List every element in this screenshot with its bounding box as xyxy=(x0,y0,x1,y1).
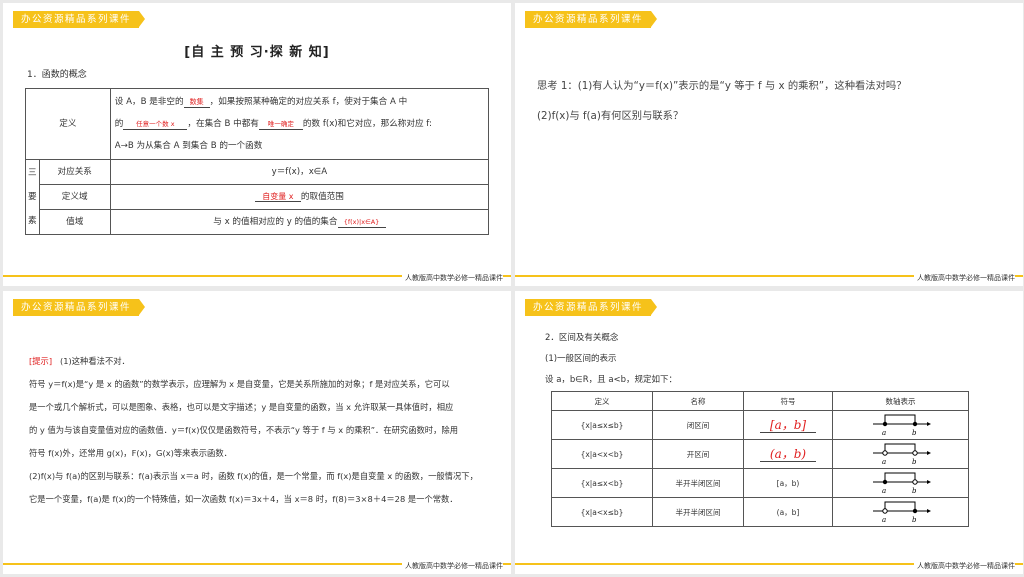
hint-label: [提示] xyxy=(29,356,53,366)
row-def: {x|a≤x<b} xyxy=(551,468,653,498)
slide-1[interactable]: 办公资源精品系列课件 [自 主 预 习·探 新 知] 1．函数的概念 定义 设 … xyxy=(3,3,511,286)
range-label: 值域 xyxy=(38,209,111,235)
sub-heading: (1)一般区间的表示 xyxy=(545,354,617,364)
row-symbol: (a，b] xyxy=(743,497,833,527)
row-axis: a b xyxy=(832,497,969,527)
series-tag: 办公资源精品系列课件 xyxy=(525,11,658,28)
range-value: 与 x 的值相对应的 y 的值的集合 {f(x)|x∈A} xyxy=(109,209,490,235)
slide-2[interactable]: 办公资源精品系列课件 思考 1：(1)有人认为“y＝f(x)”表示的是“y 等于… xyxy=(515,3,1023,286)
def-label: 定义 xyxy=(25,88,111,160)
premise: 设 a，b∈R，且 a<b，规定如下： xyxy=(545,375,678,385)
table-row: {x|a≤x<b} 半开半闭区间 [a，b) a b xyxy=(551,468,969,498)
table-row: {x|a<x<b} 开区间 (a，b) a b xyxy=(551,439,969,469)
row-name: 闭区间 xyxy=(652,410,744,440)
domain-label: 定义域 xyxy=(38,184,111,210)
table-row: {x|a≤x≤b} 闭区间 [a，b] a b xyxy=(551,410,969,440)
blank-value-set: {f(x)|x∈A} xyxy=(337,218,386,228)
svg-text:b: b xyxy=(912,487,917,494)
footer-text: 人教版高中数学必修一精品课件 xyxy=(402,561,503,571)
row-def: {x|a<x<b} xyxy=(551,439,653,469)
row-axis: a b xyxy=(832,439,969,469)
slide-title: [自 主 预 习·探 新 知] xyxy=(184,45,330,60)
interval-table: 定义 名称 符号 数轴表示 {x|a≤x≤b} 闭区间 [a，b] a b {x… xyxy=(551,391,969,527)
row-axis: a b xyxy=(832,410,969,440)
row-name: 开区间 xyxy=(652,439,744,469)
domain-value: 自变量 x 的取值范围 xyxy=(109,184,490,210)
def-content: 设 A，B 是非空的 数集 ，如果按照某种确定的对应关系 f，使对于集合 A 中 的… xyxy=(109,88,490,160)
row-axis: a b xyxy=(832,468,969,498)
row-symbol: (a，b) xyxy=(743,439,833,469)
svg-text:a: a xyxy=(882,487,886,494)
row-symbol: [a，b) xyxy=(743,468,833,498)
footer-text: 人教版高中数学必修一精品课件 xyxy=(914,561,1015,571)
series-tag: 办公资源精品系列课件 xyxy=(13,299,146,316)
section-heading: 1．函数的概念 xyxy=(27,70,87,80)
series-tag: 办公资源精品系列课件 xyxy=(525,299,658,316)
svg-text:a: a xyxy=(882,429,886,436)
svg-text:b: b xyxy=(912,458,917,465)
blank-any-x: 任意一个数 x xyxy=(123,120,188,130)
col-header-name: 名称 xyxy=(652,391,744,411)
footer-text: 人教版高中数学必修一精品课件 xyxy=(914,273,1015,283)
function-concept-table: 定义 设 A，B 是非空的 数集 ，如果按照某种确定的对应关系 f，使对于集合 A … xyxy=(25,88,490,235)
row-symbol: [a，b] xyxy=(743,410,833,440)
think-question-1: 思考 1：(1)有人认为“y＝f(x)”表示的是“y 等于 f 与 x 的乘积”… xyxy=(537,80,907,92)
slide-3[interactable]: 办公资源精品系列课件 [提示] (1)这种看法不对． 符号 y＝f(x)是“y … xyxy=(3,291,511,574)
footer-text: 人教版高中数学必修一精品课件 xyxy=(402,273,503,283)
col-header-axis: 数轴表示 xyxy=(832,391,969,411)
three-elements-label: 三 要 素 xyxy=(25,159,40,235)
blank-variable-x: 自变量 x xyxy=(254,192,301,202)
row-def: {x|a<x≤b} xyxy=(551,497,653,527)
svg-text:b: b xyxy=(912,429,917,436)
blank-number-set: 数集 xyxy=(183,98,210,108)
number-line-half-open-left: a b xyxy=(872,501,931,524)
section-heading: 2．区间及有关概念 xyxy=(545,333,619,343)
number-line-half-open-right: a b xyxy=(872,472,931,495)
hint-paragraph: [提示] (1)这种看法不对． 符号 y＝f(x)是“y 是 x 的函数”的数学… xyxy=(29,356,478,504)
col-header-symbol: 符号 xyxy=(743,391,833,411)
mapping-value: y＝f(x)，x∈A xyxy=(109,159,490,185)
number-line-closed: a b xyxy=(872,414,931,437)
row-name: 半开半闭区间 xyxy=(652,468,744,498)
col-header-def: 定义 xyxy=(551,391,653,411)
mapping-label: 对应关系 xyxy=(38,159,111,185)
row-name: 半开半闭区间 xyxy=(652,497,744,527)
table-row: {x|a<x≤b} 半开半闭区间 (a，b] a b xyxy=(551,497,969,527)
svg-text:b: b xyxy=(912,516,917,523)
think-question-2: (2)f(x)与 f(a)有何区别与联系？ xyxy=(537,110,684,122)
slide-4[interactable]: 办公资源精品系列课件 2．区间及有关概念 (1)一般区间的表示 设 a，b∈R，… xyxy=(515,291,1023,574)
row-def: {x|a≤x≤b} xyxy=(551,410,653,440)
series-tag: 办公资源精品系列课件 xyxy=(13,11,146,28)
number-line-open: a b xyxy=(872,443,931,466)
svg-text:a: a xyxy=(882,516,886,523)
svg-text:a: a xyxy=(882,458,886,465)
blank-unique: 唯一确定 xyxy=(258,120,303,130)
